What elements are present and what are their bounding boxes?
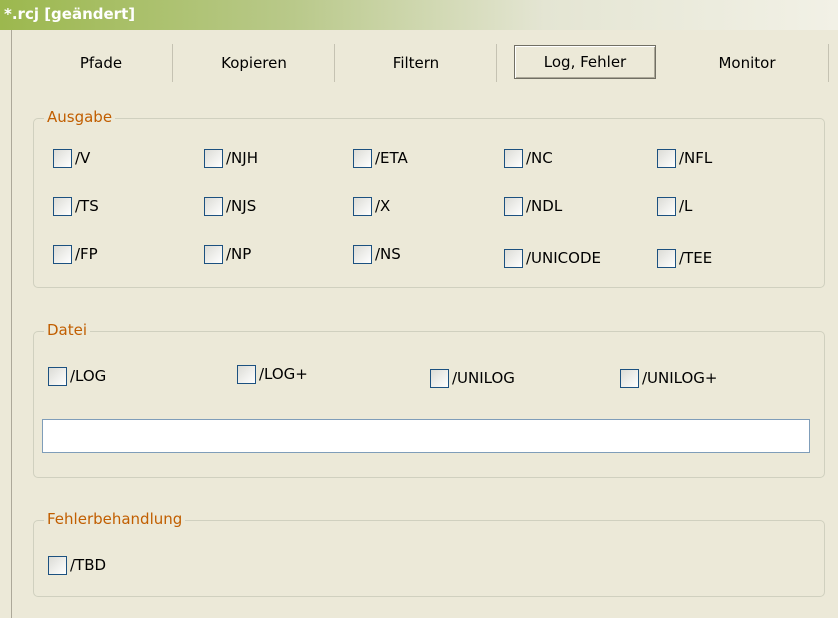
checkbox-fp[interactable]: /FP [53,243,98,265]
window-title: *.rcj [geändert] [4,5,136,23]
tab-label: Filtern [392,54,440,72]
title-bar: *.rcj [geändert] [0,0,838,30]
checkbox-label: /TBD [70,556,107,574]
checkbox-label: /ETA [375,149,408,167]
checkbox-box[interactable] [204,244,223,264]
checkbox-label: /NDL [526,197,563,215]
checkbox-box[interactable] [237,364,256,384]
ausgabe-group-title: Ausgabe [44,108,116,126]
tab-label: Kopieren [221,54,287,72]
checkbox-label: /V [75,149,91,167]
checkbox-box[interactable] [620,368,639,388]
checkbox-box[interactable] [430,368,449,388]
checkbox-label: /UNILOG+ [642,369,718,387]
checkbox-ndl[interactable]: /NDL [504,195,562,217]
checkbox-label: /UNICODE [526,249,601,267]
checkbox-unilog[interactable]: /UNILOG [430,367,515,389]
checkbox-nc[interactable]: /NC [504,147,553,169]
checkbox-v[interactable]: /V [53,147,90,169]
checkbox-tee[interactable]: /TEE [657,247,712,269]
checkbox-box[interactable] [48,366,67,386]
checkbox-ts[interactable]: /TS [53,195,99,217]
checkbox-label: /TS [75,197,99,215]
checkbox-box[interactable] [504,248,523,268]
checkbox-eta[interactable]: /ETA [353,147,408,169]
tab-kopieren[interactable]: Kopieren [174,44,335,82]
tab-label: Log, Fehler [543,53,627,71]
checkbox-tbd[interactable]: /TBD [48,554,106,576]
tab-pfade[interactable]: Pfade [30,44,173,82]
checkbox-x[interactable]: /X [353,195,390,217]
checkbox-label: /UNILOG [452,369,515,387]
checkbox-label: /TEE [679,249,713,267]
checkbox-box[interactable] [504,148,523,168]
checkbox-nfl[interactable]: /NFL [657,147,712,169]
checkbox-label: /NP [226,245,252,263]
datei-group-title: Datei [44,321,91,339]
checkbox-box[interactable] [657,248,676,268]
checkbox-np[interactable]: /NP [204,243,251,265]
tab-label: Monitor [718,54,776,72]
checkbox-box[interactable] [657,196,676,216]
checkbox-label: /NFL [679,149,713,167]
checkbox-box[interactable] [353,244,372,264]
checkbox-box[interactable] [204,196,223,216]
fehlerbehandlung-group: Fehlerbehandlung [33,510,825,597]
checkbox-box[interactable] [657,148,676,168]
fehlerbehandlung-group-title: Fehlerbehandlung [44,510,186,528]
checkbox-label: /X [375,197,391,215]
checkbox-log[interactable]: /LOG [48,365,106,387]
checkbox-label: /NS [375,245,401,263]
checkbox-box[interactable] [53,196,72,216]
checkbox-njh[interactable]: /NJH [204,147,258,169]
log-path-input[interactable] [42,419,810,453]
checkbox-l[interactable]: /L [657,195,692,217]
tab-monitor[interactable]: Monitor [666,44,829,82]
checkbox-box[interactable] [48,555,67,575]
checkbox-box[interactable] [204,148,223,168]
tab-log-fehler[interactable]: Log, Fehler [514,45,656,79]
checkbox-unicode[interactable]: /UNICODE [504,247,601,269]
checkbox-ns[interactable]: /NS [353,243,401,265]
checkbox-njs[interactable]: /NJS [204,195,256,217]
checkbox-box[interactable] [53,148,72,168]
checkbox-label: /NC [526,149,553,167]
checkbox-box[interactable] [504,196,523,216]
tab-label: Pfade [79,54,123,72]
checkbox-label: /NJS [226,197,257,215]
checkbox-label: /FP [75,245,98,263]
dialog-panel: Pfade Kopieren Filtern Log, Fehler Monit… [11,30,838,618]
checkbox-unilog-plus[interactable]: /UNILOG+ [620,367,718,389]
checkbox-log-plus[interactable]: /LOG+ [237,363,308,385]
checkbox-label: /LOG [70,367,107,385]
checkbox-box[interactable] [353,196,372,216]
checkbox-label: /L [679,197,693,215]
checkbox-box[interactable] [53,244,72,264]
datei-group: Datei [33,321,825,478]
checkbox-label: /LOG+ [259,365,308,383]
checkbox-label: /NJH [226,149,258,167]
tab-filtern[interactable]: Filtern [336,44,497,82]
checkbox-box[interactable] [353,148,372,168]
